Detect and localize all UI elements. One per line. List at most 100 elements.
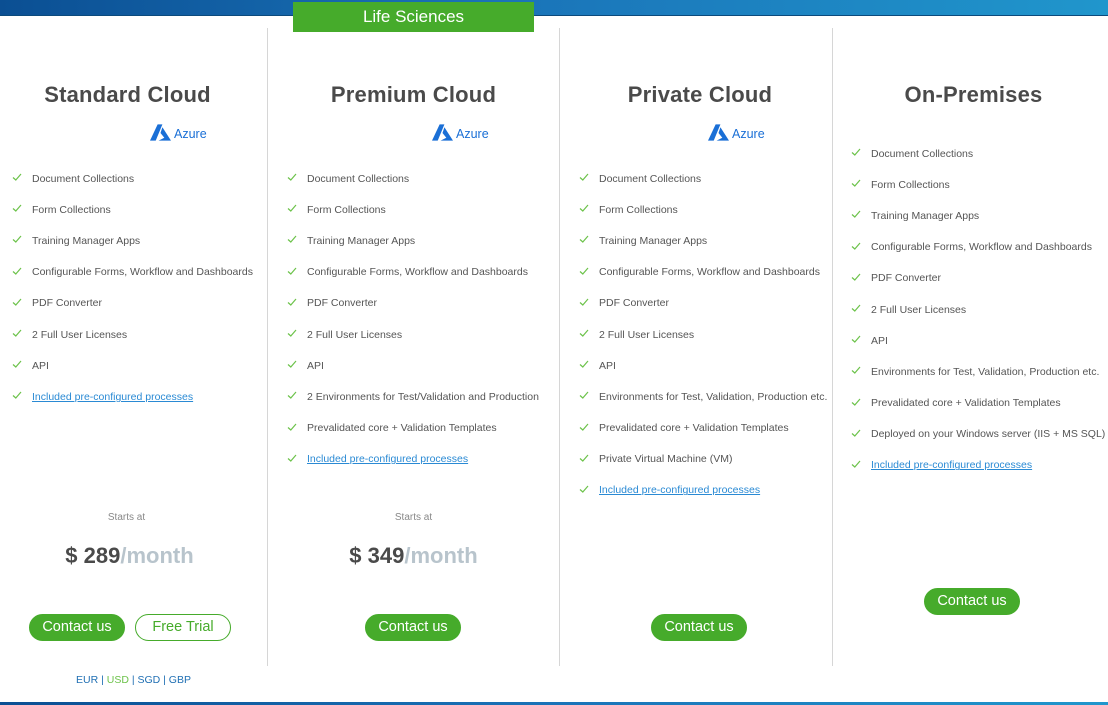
- checkmark-icon: [287, 204, 307, 215]
- checkmark-icon: [851, 335, 871, 346]
- checkmark-icon: [579, 454, 599, 465]
- checkmark-icon: [579, 360, 599, 371]
- checkmark-icon: [851, 366, 871, 377]
- currency-option-eur[interactable]: EUR: [76, 674, 98, 686]
- starts-at-label: Starts at: [107, 512, 146, 523]
- feature-item: PDF Converter: [287, 288, 539, 319]
- azure-logo-icon: [708, 124, 729, 144]
- feature-link-item[interactable]: Included pre-configured processes: [579, 475, 827, 506]
- included-processes-link[interactable]: Included pre-configured processes: [871, 459, 1032, 471]
- checkmark-icon: [287, 391, 307, 402]
- checkmark-icon: [579, 391, 599, 402]
- included-processes-link[interactable]: Included pre-configured processes: [599, 484, 760, 496]
- feature-item: Prevalidated core + Validation Templates: [851, 388, 1105, 419]
- checkmark-icon: [579, 267, 599, 278]
- feature-item: 2 Full User Licenses: [579, 319, 827, 350]
- checkmark-icon: [12, 235, 32, 246]
- checkmark-icon: [12, 173, 32, 184]
- feature-item: Environments for Test, Validation, Produ…: [579, 381, 827, 412]
- feature-link-item[interactable]: Included pre-configured processes: [12, 381, 253, 412]
- included-processes-link[interactable]: Included pre-configured processes: [307, 453, 468, 465]
- plan-standard-cloud: Standard Cloud Azure Document Collection…: [0, 0, 267, 705]
- checkmark-icon: [12, 329, 32, 340]
- azure-label: Azure: [174, 127, 207, 141]
- price-period: /month: [404, 543, 478, 568]
- currency-option-gbp[interactable]: GBP: [169, 674, 191, 686]
- feature-item: Deployed on your Windows server (IIS + M…: [851, 419, 1105, 450]
- feature-label: Training Manager Apps: [307, 234, 416, 247]
- feature-item: API: [12, 350, 253, 381]
- feature-item: Document Collections: [12, 163, 253, 194]
- feature-item: Training Manager Apps: [287, 225, 539, 256]
- feature-label: Deployed on your Windows server (IIS + M…: [871, 428, 1106, 441]
- contact-us-button[interactable]: Contact us: [651, 614, 747, 641]
- azure-badge: Azure: [150, 124, 207, 144]
- checkmark-icon: [851, 273, 871, 284]
- feature-item: PDF Converter: [851, 263, 1105, 294]
- feature-label: Private Virtual Machine (VM): [599, 453, 733, 466]
- feature-item: Document Collections: [579, 163, 827, 194]
- checkmark-icon: [12, 360, 32, 371]
- feature-item: API: [287, 350, 539, 381]
- feature-label: Training Manager Apps: [871, 209, 980, 222]
- feature-item: Training Manager Apps: [851, 200, 1105, 231]
- azure-logo-icon: [432, 124, 453, 144]
- feature-item: API: [851, 325, 1105, 356]
- feature-label: Prevalidated core + Validation Templates: [307, 422, 497, 435]
- feature-item: Private Virtual Machine (VM): [579, 444, 827, 475]
- feature-label: Form Collections: [599, 203, 678, 216]
- feature-label: PDF Converter: [307, 297, 378, 310]
- included-processes-link[interactable]: Included pre-configured processes: [32, 391, 193, 403]
- feature-item: Prevalidated core + Validation Templates: [579, 413, 827, 444]
- feature-item: Document Collections: [851, 138, 1105, 169]
- feature-link-item[interactable]: Included pre-configured processes: [851, 450, 1105, 481]
- azure-logo-icon: [150, 124, 171, 144]
- price-amount: $ 349: [349, 543, 405, 568]
- feature-label: Configurable Forms, Workflow and Dashboa…: [871, 241, 1092, 254]
- checkmark-icon: [287, 267, 307, 278]
- feature-item: Environments for Test, Validation, Produ…: [851, 356, 1105, 387]
- checkmark-icon: [287, 423, 307, 434]
- checkmark-icon: [851, 148, 871, 159]
- feature-label: Document Collections: [599, 172, 702, 185]
- currency-separator: |: [98, 674, 107, 686]
- checkmark-icon: [287, 298, 307, 309]
- feature-label: Configurable Forms, Workflow and Dashboa…: [599, 266, 820, 279]
- currency-option-usd[interactable]: USD: [107, 674, 129, 686]
- feature-label: Form Collections: [307, 203, 386, 216]
- plan-private-cloud: Private Cloud Azure Document Collections…: [560, 0, 832, 705]
- feature-label: API: [599, 359, 616, 372]
- feature-label: PDF Converter: [32, 297, 103, 310]
- checkmark-icon: [579, 329, 599, 340]
- plan-title: Standard Cloud: [44, 82, 211, 107]
- feature-label: Environments for Test, Validation, Produ…: [599, 390, 828, 403]
- feature-item: Form Collections: [579, 194, 827, 225]
- checkmark-icon: [12, 391, 32, 402]
- free-trial-button[interactable]: Free Trial: [135, 614, 231, 641]
- feature-label: API: [307, 359, 324, 372]
- feature-label: 2 Full User Licenses: [599, 328, 695, 341]
- azure-badge: Azure: [708, 124, 765, 144]
- checkmark-icon: [287, 329, 307, 340]
- checkmark-icon: [851, 210, 871, 221]
- contact-us-button[interactable]: Contact us: [365, 614, 461, 641]
- contact-us-button[interactable]: Contact us: [29, 614, 125, 641]
- feature-item: Configurable Forms, Workflow and Dashboa…: [12, 257, 253, 288]
- feature-list: Document Collections Form Collections Trai…: [287, 163, 539, 475]
- feature-item: Form Collections: [287, 194, 539, 225]
- checkmark-icon: [579, 485, 599, 496]
- checkmark-icon: [851, 304, 871, 315]
- plan-title: Premium Cloud: [330, 82, 497, 107]
- currency-option-sgd[interactable]: SGD: [137, 674, 160, 686]
- starts-at-label: Starts at: [394, 512, 433, 523]
- currency-separator: |: [160, 674, 169, 686]
- checkmark-icon: [851, 179, 871, 190]
- contact-us-button[interactable]: Contact us: [924, 588, 1020, 615]
- checkmark-icon: [579, 298, 599, 309]
- checkmark-icon: [287, 235, 307, 246]
- checkmark-icon: [851, 429, 871, 440]
- feature-label: Prevalidated core + Validation Templates: [599, 422, 789, 435]
- feature-link-item[interactable]: Included pre-configured processes: [287, 444, 539, 475]
- checkmark-icon: [851, 242, 871, 253]
- feature-item: Configurable Forms, Workflow and Dashboa…: [287, 257, 539, 288]
